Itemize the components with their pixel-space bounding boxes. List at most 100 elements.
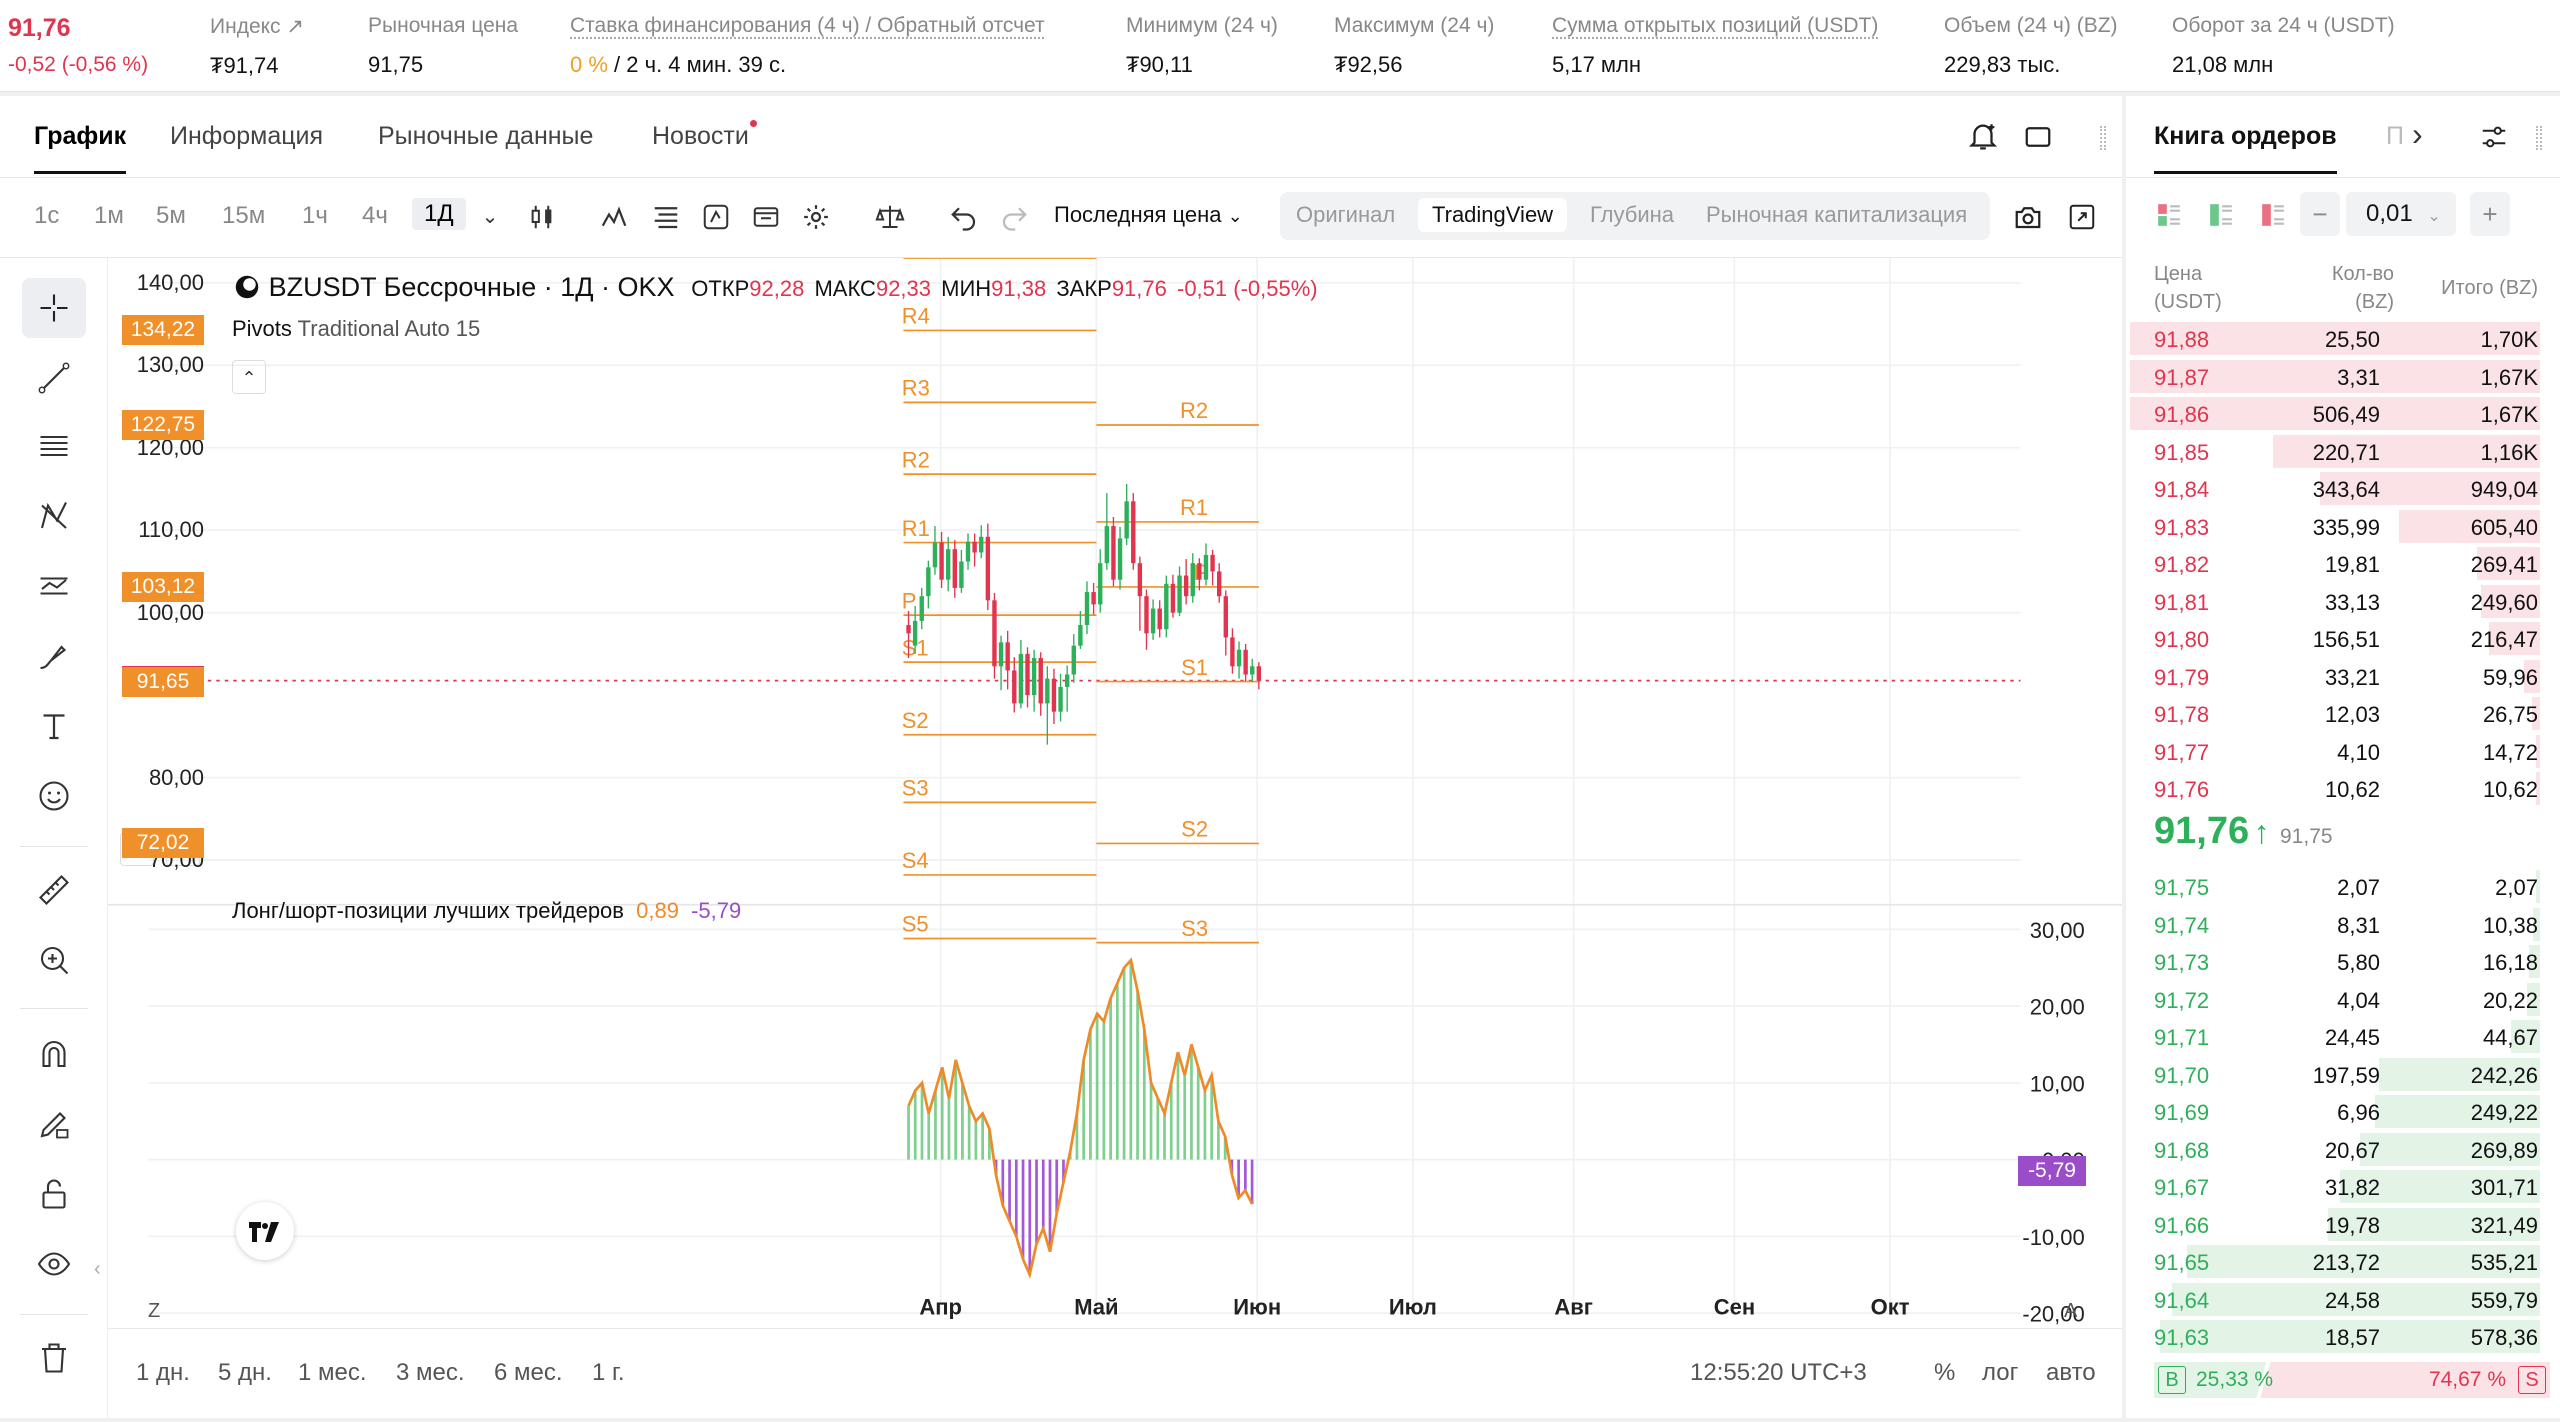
interval-dropdown-icon[interactable]: ⌄ xyxy=(474,204,506,229)
collapse-toolbar-icon[interactable]: ‹ xyxy=(94,1258,101,1281)
zoom-in-icon[interactable] xyxy=(22,930,86,990)
chevron-right-icon[interactable]: › xyxy=(2412,116,2423,153)
range-1m[interactable]: 1 мес. xyxy=(298,1359,367,1387)
tab-orderbook[interactable]: Книга ордеров xyxy=(2154,122,2337,174)
bid-row[interactable]: 91,68 20,67 269,89 xyxy=(2126,1131,2560,1169)
ask-row[interactable]: 91,84 343,64 949,04 xyxy=(2126,470,2560,508)
stat-index[interactable]: Индекс ↗ ₮91,74 xyxy=(210,14,304,79)
view-bids-icon[interactable] xyxy=(2208,202,2234,228)
compare-icon[interactable] xyxy=(700,202,732,232)
settings-gear-icon[interactable] xyxy=(800,202,832,232)
view-tradingview[interactable]: TradingView xyxy=(1418,198,1568,232)
interval-5m[interactable]: 5м xyxy=(156,202,186,230)
interval-1d[interactable]: 1Д xyxy=(412,198,466,230)
bid-row[interactable]: 91,72 4,04 20,22 xyxy=(2126,981,2560,1019)
step-select[interactable]: 0,01 ⌄ xyxy=(2346,192,2456,236)
alignment-icon[interactable] xyxy=(650,202,682,232)
collapse-legend-button[interactable]: ⌃ xyxy=(232,360,266,394)
undo-icon[interactable] xyxy=(948,202,980,232)
interval-1s[interactable]: 1с xyxy=(34,202,59,230)
pattern-tool-icon[interactable] xyxy=(22,486,86,546)
ask-row[interactable]: 91,88 25,50 1,70K xyxy=(2126,320,2560,358)
bid-row[interactable]: 91,74 8,31 10,38 xyxy=(2126,906,2560,944)
indicators-icon[interactable] xyxy=(598,202,630,232)
bid-row[interactable]: 91,73 5,80 16,18 xyxy=(2126,943,2560,981)
interval-1m[interactable]: 1м xyxy=(94,202,124,230)
chart-canvas[interactable]: R5R4R3R2R1PS1S2S3S4S5R2R1PS1S2S3 30,0020… xyxy=(108,231,2122,1328)
templates-icon[interactable] xyxy=(750,202,782,232)
tab-info[interactable]: Информация xyxy=(170,122,323,151)
redo-icon[interactable] xyxy=(998,202,1030,232)
tradingview-logo[interactable] xyxy=(236,1202,294,1260)
log-scale-toggle[interactable]: лог xyxy=(1982,1359,2018,1387)
view-original[interactable]: Оригинал xyxy=(1296,202,1395,228)
step-decrease-button[interactable]: − xyxy=(2300,192,2340,236)
range-6m[interactable]: 6 мес. xyxy=(494,1359,563,1387)
tab-trades[interactable]: П xyxy=(2386,122,2404,151)
interval-4h[interactable]: 4ч xyxy=(362,202,388,230)
ask-row[interactable]: 91,87 3,31 1,67K xyxy=(2126,358,2560,396)
stat-funding[interactable]: Ставка финансирования (4 ч) / Обратный о… xyxy=(570,14,1045,78)
percent-scale-toggle[interactable]: % xyxy=(1934,1359,1955,1387)
legend-symbol[interactable]: BZUSDT Бессрочные · 1Д · OKX xyxy=(269,272,675,302)
text-tool-icon[interactable] xyxy=(22,696,86,756)
interval-15m[interactable]: 15м xyxy=(222,202,265,230)
visibility-eye-icon[interactable] xyxy=(22,1234,86,1294)
range-1d[interactable]: 1 дн. xyxy=(136,1359,190,1387)
alert-bell-icon[interactable] xyxy=(1966,120,2000,154)
ask-row[interactable]: 91,76 10,62 10,62 xyxy=(2126,770,2560,808)
trendline-tool-icon[interactable] xyxy=(22,348,86,408)
clock-time[interactable]: 12:55:20 UTC+3 xyxy=(1690,1359,1867,1387)
tab-news[interactable]: Новости xyxy=(652,120,757,151)
bid-row[interactable]: 91,75 2,07 2,07 xyxy=(2126,868,2560,906)
fullscreen-icon[interactable] xyxy=(2066,202,2098,232)
bid-row[interactable]: 91,71 24,45 44,67 xyxy=(2126,1018,2560,1056)
indicator-legend[interactable]: Pivots Traditional Auto 15 xyxy=(232,316,480,342)
chart-area[interactable]: R5R4R3R2R1PS1S2S3S4S5R2R1PS1S2S3 30,0020… xyxy=(108,231,2122,1328)
view-market-cap[interactable]: Рыночная капитализация xyxy=(1706,202,1967,228)
unlock-icon[interactable] xyxy=(22,1164,86,1224)
filter-sliders-icon[interactable] xyxy=(2478,122,2510,152)
corner-a[interactable]: A xyxy=(2064,1300,2077,1323)
ask-row[interactable]: 91,80 156,51 216,47 xyxy=(2126,620,2560,658)
corner-z[interactable]: Z xyxy=(148,1300,160,1323)
view-asks-icon[interactable] xyxy=(2260,202,2286,228)
bid-row[interactable]: 91,67 31,82 301,71 xyxy=(2126,1168,2560,1206)
bid-row[interactable]: 91,65 213,72 535,21 xyxy=(2126,1243,2560,1281)
range-5d[interactable]: 5 дн. xyxy=(218,1359,272,1387)
ruler-tool-icon[interactable] xyxy=(22,860,86,920)
brush-tool-icon[interactable] xyxy=(22,626,86,686)
ask-row[interactable]: 91,79 33,21 59,96 xyxy=(2126,658,2560,696)
ask-row[interactable]: 91,82 19,81 269,41 xyxy=(2126,545,2560,583)
ask-row[interactable]: 91,81 33,13 249,60 xyxy=(2126,583,2560,621)
bid-row[interactable]: 91,64 24,58 559,79 xyxy=(2126,1281,2560,1319)
ask-row[interactable]: 91,77 4,10 14,72 xyxy=(2126,733,2560,771)
bid-row[interactable]: 91,70 197,59 242,26 xyxy=(2126,1056,2560,1094)
magnet-icon[interactable] xyxy=(22,1024,86,1084)
balance-scale-icon[interactable] xyxy=(874,202,906,232)
ask-row[interactable]: 91,83 335,99 605,40 xyxy=(2126,508,2560,546)
panel-drag-handle[interactable] xyxy=(2100,126,2106,150)
interval-1h[interactable]: 1ч xyxy=(302,202,328,230)
bid-row[interactable]: 91,66 19,78 321,49 xyxy=(2126,1206,2560,1244)
step-increase-button[interactable]: + xyxy=(2470,192,2510,236)
fib-lines-tool-icon[interactable] xyxy=(22,416,86,476)
range-3m[interactable]: 3 мес. xyxy=(396,1359,465,1387)
bid-row[interactable]: 91,69 6,96 249,22 xyxy=(2126,1093,2560,1131)
price-type-select[interactable]: Последняя цена ⌄ xyxy=(1054,202,1243,228)
candle-type-icon[interactable] xyxy=(526,202,558,232)
ask-row[interactable]: 91,86 506,49 1,67K xyxy=(2126,395,2560,433)
tab-chart[interactable]: График xyxy=(34,122,127,174)
ask-row[interactable]: 91,85 220,71 1,16K xyxy=(2126,433,2560,471)
bid-row[interactable]: 91,63 18,57 578,36 xyxy=(2126,1318,2560,1356)
ask-row[interactable]: 91,78 12,03 26,75 xyxy=(2126,695,2560,733)
auto-scale-toggle[interactable]: авто xyxy=(2046,1359,2096,1387)
layout-window-icon[interactable] xyxy=(2022,122,2054,152)
emoji-tool-icon[interactable] xyxy=(22,766,86,826)
lock-drawing-pen-icon[interactable] xyxy=(22,1094,86,1154)
view-depth[interactable]: Глубина xyxy=(1590,202,1674,228)
trash-icon[interactable] xyxy=(22,1328,86,1388)
prediction-tool-icon[interactable] xyxy=(22,556,86,616)
view-both-icon[interactable] xyxy=(2156,202,2182,228)
camera-icon[interactable] xyxy=(2012,202,2044,232)
